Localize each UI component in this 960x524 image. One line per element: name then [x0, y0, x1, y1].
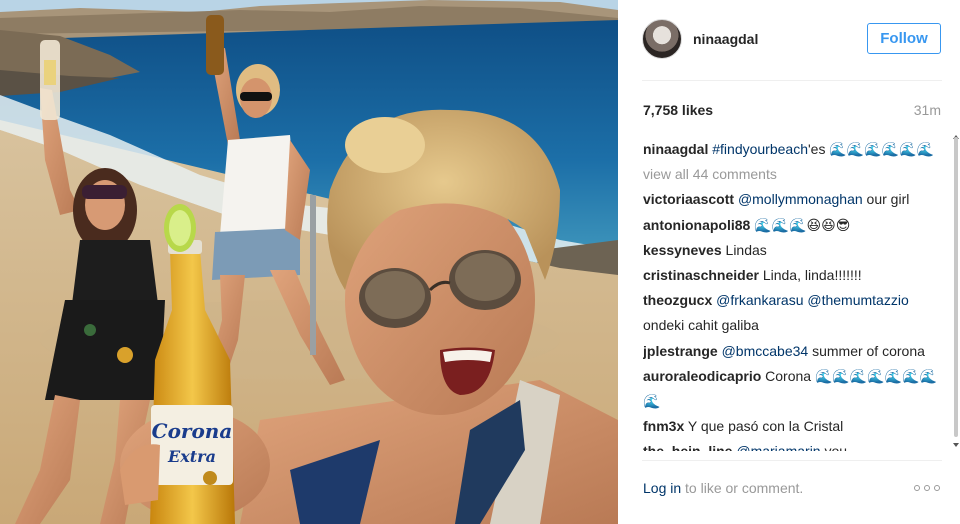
more-dot-icon — [934, 485, 940, 491]
more-dot-icon — [914, 485, 920, 491]
post-author-username[interactable]: ninaagdal — [693, 31, 758, 47]
comment-item: jplestrange @bmccabe34 summer of corona — [643, 339, 943, 364]
comment-mention[interactable]: @mollymmonaghan — [738, 191, 863, 207]
comment-username[interactable]: jplestrange — [643, 343, 718, 359]
scroll-down-arrow-icon[interactable] — [953, 443, 959, 447]
bottle-label-sub: Extra — [167, 447, 216, 466]
comments-list: ninaagdal #findyourbeach'es 🌊🌊🌊🌊🌊🌊 view … — [643, 137, 943, 451]
comment-text: ondeki cahit galiba — [643, 317, 759, 334]
comment-item: victoriaascott @mollymmonaghan our girl — [643, 187, 943, 212]
bottle-label-brand: Corona — [152, 419, 233, 443]
comment-text: you — [821, 443, 847, 451]
caption-text: 'es 🌊🌊🌊🌊🌊🌊 — [808, 141, 934, 157]
caption-username[interactable]: ninaagdal — [643, 141, 708, 157]
comment-mention[interactable]: @mariamarin — [736, 443, 820, 451]
beach-selfie-image: Corona Extra — [0, 0, 618, 524]
comment-mention[interactable]: @bmccabe34 — [722, 343, 809, 359]
comment-text: Lindas — [721, 241, 767, 258]
login-link[interactable]: Log in — [643, 480, 681, 496]
caption: ninaagdal #findyourbeach'es 🌊🌊🌊🌊🌊🌊 — [643, 137, 943, 162]
follow-button[interactable]: Follow — [867, 23, 941, 54]
footer-divider — [642, 460, 942, 461]
comment-item: auroraleodicaprio Corona 🌊🌊🌊🌊🌊🌊🌊🌊 — [643, 364, 943, 414]
comment-username[interactable]: the_hein_line — [643, 443, 732, 451]
comment-text: 🌊🌊🌊😆😆😎 — [750, 216, 851, 233]
comment-username[interactable]: auroraleodicaprio — [643, 368, 761, 384]
more-dot-icon — [924, 485, 930, 491]
comment-mention[interactable]: @frkankarasu @themumtazzio — [716, 292, 909, 308]
more-options-button[interactable] — [914, 481, 940, 495]
likes-count[interactable]: 7,758 likes — [643, 102, 713, 118]
comment-username[interactable]: victoriaascott — [643, 191, 734, 207]
login-prompt-text: to like or comment. — [681, 480, 804, 496]
comment-item: theozgucx @frkankarasu @themumtazzio ond… — [643, 288, 943, 338]
comment-item: antonionapoli88 🌊🌊🌊😆😆😎 — [643, 213, 943, 238]
comment-username[interactable]: fnm3x — [643, 418, 684, 434]
comment-item: cristinaschneider Linda, linda!!!!!!! — [643, 263, 943, 288]
comment-item: fnm3x Y que pasó con la Cristal — [643, 414, 943, 439]
header-divider — [642, 80, 942, 81]
comment-item: the_hein_line @mariamarin you — [643, 439, 943, 451]
comments-scrollbar[interactable] — [952, 135, 960, 451]
scrollbar-thumb[interactable] — [954, 137, 958, 437]
comment-text: Linda, linda!!!!!!! — [758, 267, 862, 284]
comment-username[interactable]: kessyneves — [643, 242, 722, 258]
post-header: ninaagdal Follow — [618, 0, 960, 80]
comment-username[interactable]: theozgucx — [643, 292, 712, 308]
post-timestamp[interactable]: 31m — [914, 102, 941, 118]
comment-username[interactable]: cristinaschneider — [643, 267, 759, 283]
caption-hashtag[interactable]: #findyourbeach — [712, 141, 808, 157]
post-photo[interactable]: Corona Extra — [0, 0, 618, 524]
post-detail-panel: ninaagdal Follow 7,758 likes 31m ninaagd… — [618, 0, 960, 524]
login-prompt: Log in to like or comment. — [643, 480, 803, 496]
comment-text: our girl — [862, 191, 910, 208]
comment-item: kessyneves Lindas — [643, 238, 943, 263]
comment-text: summer of corona — [808, 342, 925, 359]
view-all-comments-link[interactable]: view all 44 comments — [643, 162, 943, 187]
comment-username[interactable]: antonionapoli88 — [643, 217, 750, 233]
avatar[interactable] — [642, 19, 682, 59]
comment-text: Y que pasó con la Cristal — [684, 418, 844, 435]
